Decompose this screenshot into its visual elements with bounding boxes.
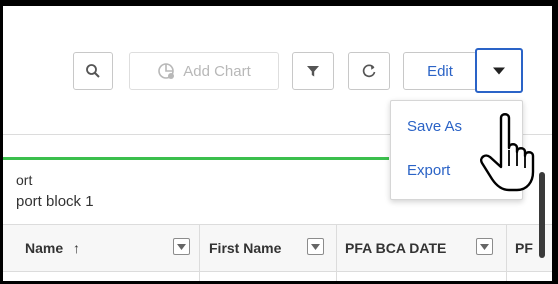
caret-down-icon — [177, 243, 186, 250]
caret-down-icon — [311, 243, 320, 250]
report-block-name: port block 1 — [16, 193, 94, 210]
add-chart-button[interactable]: Add Chart — [129, 52, 279, 90]
filter-button[interactable] — [292, 52, 334, 90]
search-icon — [86, 64, 100, 78]
edit-button[interactable]: Edit — [403, 52, 477, 90]
column-filter-button[interactable] — [307, 238, 324, 255]
refresh-icon — [362, 64, 376, 78]
screenshot-frame: Add Chart Edit ort port block 1 Name ↑ F… — [0, 0, 558, 284]
caret-down-icon — [480, 243, 489, 250]
column-separator — [199, 225, 200, 281]
header-bottom-divider — [3, 271, 552, 272]
column-header-pf[interactable]: PF — [515, 240, 533, 256]
report-title: ort — [16, 172, 33, 188]
column-header-first-name[interactable]: First Name — [209, 240, 281, 256]
menu-item-export[interactable]: Export — [407, 162, 450, 179]
column-header-name[interactable]: Name ↑ — [25, 240, 80, 256]
column-filter-button[interactable] — [476, 238, 493, 255]
status-bar — [3, 157, 389, 160]
add-chart-label: Add Chart — [183, 62, 251, 80]
column-filter-button[interactable] — [173, 238, 190, 255]
column-separator — [506, 225, 507, 281]
caret-down-icon — [493, 67, 505, 74]
filter-icon — [307, 66, 319, 77]
column-separator — [336, 225, 337, 281]
refresh-button[interactable] — [348, 52, 390, 90]
column-header-pfa-bca-date[interactable]: PFA BCA DATE — [345, 240, 446, 256]
menu-item-save-as[interactable]: Save As — [407, 118, 462, 135]
edit-options-dropdown-button[interactable] — [475, 48, 523, 93]
edit-label: Edit — [427, 62, 453, 80]
column-header-name-label: Name — [25, 240, 64, 256]
sort-ascending-icon: ↑ — [73, 240, 81, 256]
hand-pointer-cursor-icon — [480, 113, 535, 192]
search-button[interactable] — [73, 52, 113, 90]
chart-icon — [158, 63, 175, 79]
